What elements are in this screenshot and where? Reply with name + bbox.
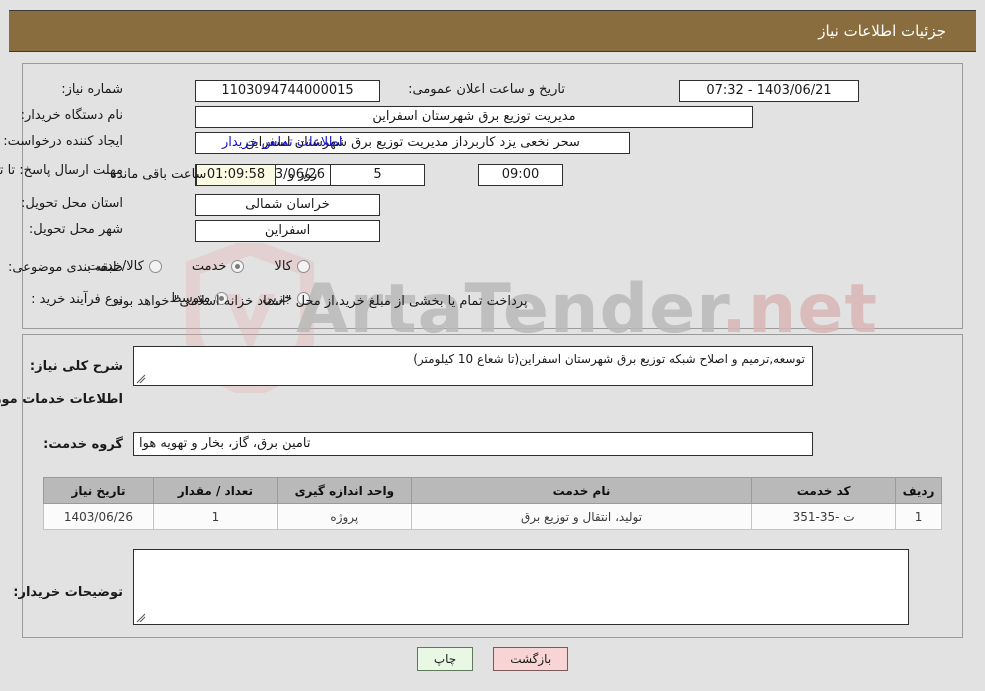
cell-quantity: 1 <box>152 503 278 530</box>
col-header-unit: واحد اندازه گیری <box>276 477 412 504</box>
need-number-label-wrap: شماره نیاز: <box>61 82 123 97</box>
page-header-bar: جزئیات اطلاعات نیاز <box>9 10 976 52</box>
col-header-index: ردیف <box>895 477 942 504</box>
radio-icon-kala[interactable] <box>297 260 310 273</box>
radio-icon-khedmat[interactable] <box>231 260 245 273</box>
buyer-org-label: نام دستگاه خریدار: <box>20 108 123 123</box>
radio-icon-kala-khedmat[interactable] <box>148 260 162 273</box>
category-option-kala[interactable]: کالا <box>272 259 310 274</box>
category-option-kala-khedmat[interactable]: کالا/خدمت <box>85 259 162 274</box>
city-label-wrap: شهر محل تحویل: <box>29 222 123 237</box>
cell-date: 1403/06/26 <box>43 503 154 530</box>
deadline-label-wrap: مهلت ارسال پاسخ: تا تاریخ: <box>0 160 123 179</box>
description-textarea[interactable]: توسعه,ترمیم و اصلاح شبکه توزیع برق شهرست… <box>133 346 813 386</box>
category-radio-group[interactable]: کالا خدمت کالا/خدمت <box>85 259 310 274</box>
remaining-days-field[interactable]: 5 <box>330 164 425 186</box>
cell-name: تولید، انتقال و توزیع برق <box>410 503 753 530</box>
print-button[interactable]: چاپ <box>416 647 474 671</box>
creator-label-wrap: ایجاد کننده درخواست: <box>3 134 123 149</box>
description-value: توسعه,ترمیم و اصلاح شبکه توزیع برق شهرست… <box>413 352 805 366</box>
col-header-code: کد خدمت <box>751 477 897 504</box>
services-section-title: اطلاعات خدمات مورد نیاز <box>0 392 123 407</box>
province-label: استان محل تحویل: <box>21 196 123 211</box>
resize-grip-icon[interactable] <box>136 374 146 384</box>
city-label: شهر محل تحویل: <box>28 222 123 237</box>
announce-datetime-label-wrap: تاریخ و ساعت اعلان عمومی: <box>408 82 565 97</box>
remaining-days-label: روز و <box>288 167 318 182</box>
category-option-kala-label: کالا <box>274 259 292 274</box>
city-field[interactable]: اسفراین <box>195 220 380 242</box>
col-header-date: تاریخ نیاز <box>43 477 154 504</box>
cell-unit: پروژه <box>276 503 412 530</box>
col-header-quantity: تعداد / مقدار <box>152 477 278 504</box>
buyer-notes-textarea[interactable] <box>133 549 909 625</box>
buyer-org-field[interactable]: مدیریت توزیع برق شهرستان اسفراین <box>195 106 753 128</box>
province-label-wrap: استان محل تحویل: <box>21 196 123 211</box>
tender-detail-page: جزئیات اطلاعات نیاز شماره نیاز: 11030947… <box>0 0 985 691</box>
announce-datetime-field[interactable]: 1403/06/21 - 07:32 <box>679 80 859 102</box>
need-number-field[interactable]: 1103094744000015 <box>195 80 380 102</box>
buyer-notes-label: توضیحات خریدار: <box>13 585 123 600</box>
buyer-org-label-wrap: نام دستگاه خریدار: <box>21 108 123 123</box>
creator-label: ایجاد کننده درخواست: <box>3 134 123 149</box>
cell-code: ت -35-351 <box>751 503 897 530</box>
process-label-wrap: نوع فرآیند خرید : <box>31 292 123 307</box>
resize-grip-icon-notes[interactable] <box>136 613 146 623</box>
description-label: شرح کلی نیاز: <box>29 359 123 374</box>
page-title: جزئیات اطلاعات نیاز <box>818 22 946 40</box>
process-label: نوع فرآیند خرید : <box>31 292 123 307</box>
need-number-label: شماره نیاز: <box>61 82 123 97</box>
footer-button-row: بازگشت چاپ <box>0 647 985 671</box>
countdown-label: ساعت باقی مانده <box>110 167 207 182</box>
services-table: ردیف کد خدمت نام خدمت واحد اندازه گیری ت… <box>43 477 942 530</box>
deadline-label: مهلت ارسال پاسخ: تا تاریخ: <box>0 163 123 178</box>
province-field[interactable]: خراسان شمالی <box>195 194 380 216</box>
service-group-label: گروه خدمت: <box>43 437 123 452</box>
countdown-field: 01:09:58 <box>196 164 276 186</box>
need-info-panel <box>22 63 963 329</box>
announce-datetime-label: تاریخ و ساعت اعلان عمومی: <box>408 82 565 97</box>
cell-index: 1 <box>895 503 942 530</box>
category-option-kala-khedmat-label: کالا/خدمت <box>87 259 144 274</box>
table-row[interactable]: 1 ت -35-351 تولید، انتقال و توزیع برق پر… <box>43 503 942 530</box>
service-group-field[interactable]: تامین برق، گاز، بخار و تهویه هوا <box>133 432 813 456</box>
col-header-name: نام خدمت <box>410 477 753 504</box>
table-header-row: ردیف کد خدمت نام خدمت واحد اندازه گیری ت… <box>43 477 942 504</box>
back-button[interactable]: بازگشت <box>493 647 569 671</box>
deadline-time-field[interactable]: 09:00 <box>478 164 563 186</box>
category-option-khedmat-label: خدمت <box>191 259 227 274</box>
payment-note: پرداخت تمام یا بخشی از مبلغ خرید،از محل … <box>113 294 528 309</box>
category-option-khedmat[interactable]: خدمت <box>190 259 245 274</box>
buyer-contact-link[interactable]: اطلاعات تماس خریدار <box>222 135 342 150</box>
